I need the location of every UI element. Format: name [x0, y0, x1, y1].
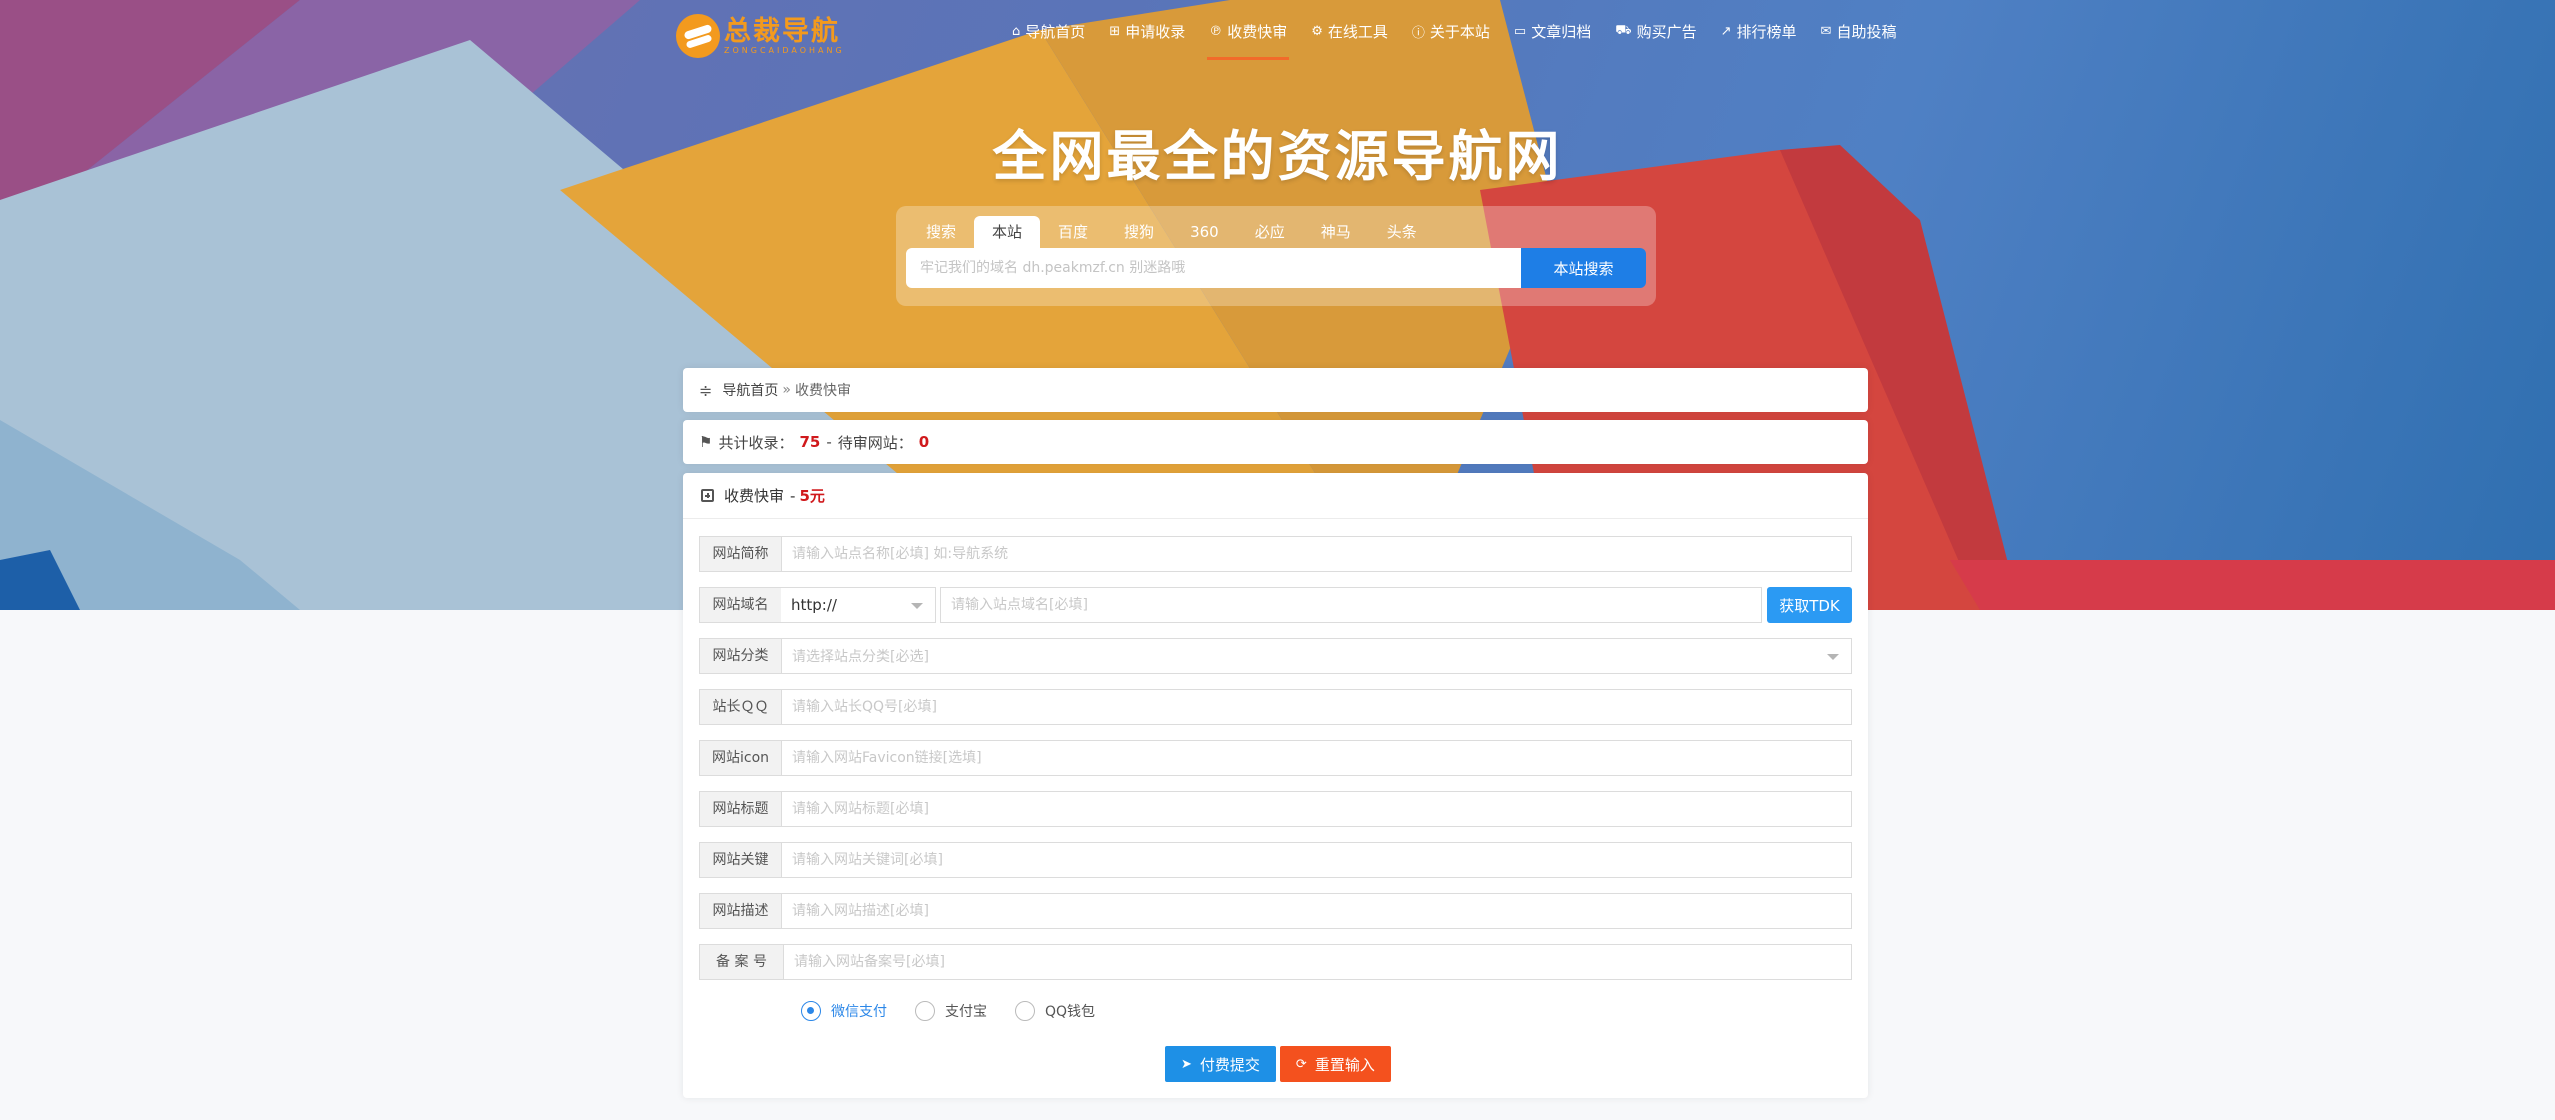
form-header: 收费快审 - 5元 — [683, 473, 1868, 519]
icp-input[interactable] — [783, 944, 1852, 980]
search-engine-tabs: 搜索 本站 百度 搜狗 360 必应 神马 头条 — [908, 216, 1435, 248]
paypal-icon: ℗ — [1209, 23, 1223, 39]
site-title-input[interactable] — [781, 791, 1852, 827]
field-row-icp: 备 案 号 — [699, 944, 1852, 980]
paid-review-form: 收费快审 - 5元 网站简称 网站域名 http:// 获取TDK 网站分类 请… — [683, 473, 1868, 1098]
form-actions: ➤ 付费提交 ⟳ 重置输入 — [1165, 1046, 1395, 1082]
main-nav: ⌂ 导航首页 ⊞ 申请收录 ℗ 收费快审 ⚙ 在线工具 ⓘ 关于本站 ▭ 文章归档 ⛟ 购买广… — [1000, 0, 1908, 62]
field-row-title: 网站标题 — [699, 791, 1852, 827]
form-price: 5元 — [799, 487, 825, 505]
field-row-qq: 站长ＱＱ — [699, 689, 1852, 725]
nav-item-submit[interactable]: ✉ 自助投稿 — [1809, 0, 1909, 62]
gears-icon: ⚙ — [1311, 23, 1323, 39]
category-select[interactable]: 请选择站点分类[必选] — [781, 638, 1852, 674]
field-label-keywords: 网站关键 — [699, 842, 781, 878]
payment-options: 微信支付 支付宝 QQ钱包 — [801, 1001, 1123, 1021]
reset-button[interactable]: ⟳ 重置输入 — [1279, 1046, 1391, 1082]
home-icon: ⌂ — [1012, 23, 1021, 39]
chevron-down-icon — [1827, 654, 1839, 660]
field-row-description: 网站描述 — [699, 893, 1852, 929]
payment-option-qqwallet[interactable]: QQ钱包 — [1015, 1001, 1095, 1021]
bookmark-icon: ⚑ — [699, 433, 713, 451]
site-logo[interactable]: 总裁导航 ZONGCAIDAOHANG — [676, 12, 845, 60]
field-label-category: 网站分类 — [699, 638, 781, 674]
favicon-input[interactable] — [781, 740, 1852, 776]
site-name-input[interactable] — [781, 536, 1852, 572]
stats-total-label: 共计收录： — [718, 433, 794, 452]
field-label-title: 网站标题 — [699, 791, 781, 827]
radio-unchecked-icon — [1015, 1001, 1035, 1021]
breadcrumb: ≑ 导航首页 » 收费快审 — [683, 368, 1868, 412]
nav-item-ads[interactable]: ⛟ 购买广告 — [1603, 0, 1708, 62]
logo-title: 总裁导航 — [724, 15, 840, 47]
site-domain-input[interactable] — [940, 587, 1762, 623]
search-tab-search[interactable]: 搜索 — [908, 216, 974, 248]
search-tab-site[interactable]: 本站 — [974, 216, 1041, 248]
breadcrumb-separator: » — [782, 382, 791, 398]
search-tab-toutiao[interactable]: 头条 — [1369, 216, 1435, 248]
get-tdk-button[interactable]: 获取TDK — [1767, 587, 1852, 623]
shopping-cart-icon: ⛟ — [1615, 22, 1632, 38]
protocol-value: http:// — [791, 596, 837, 614]
protocol-select[interactable]: http:// — [781, 587, 936, 623]
line-chart-icon: ↗ — [1720, 23, 1732, 39]
search-tab-sogou[interactable]: 搜狗 — [1106, 216, 1172, 248]
plus-square-icon: ⊞ — [1109, 23, 1121, 39]
field-label-domain: 网站域名 — [699, 587, 781, 623]
page-headline: 全网最全的资源导航网 — [992, 125, 1563, 188]
field-row-domain: 网站域名 http:// 获取TDK — [699, 587, 1852, 623]
field-row-name: 网站简称 — [699, 536, 1852, 572]
nav-item-archive[interactable]: ▭ 文章归档 — [1502, 0, 1603, 62]
nav-item-ranking[interactable]: ↗ 排行榜单 — [1709, 0, 1809, 62]
field-label-description: 网站描述 — [699, 893, 781, 929]
stats-bar: ⚑ 共计收录： 75 - 待审网站： 0 — [683, 420, 1868, 464]
search-button[interactable]: 本站搜索 — [1521, 248, 1646, 288]
nav-item-tools[interactable]: ⚙ 在线工具 — [1299, 0, 1400, 62]
plus-square-icon — [701, 489, 714, 502]
field-label-qq: 站长ＱＱ — [699, 689, 781, 725]
envelope-open-icon: ✉ — [1820, 23, 1832, 39]
field-row-category: 网站分类 请选择站点分类[必选] — [699, 638, 1852, 674]
chevron-down-icon — [911, 603, 923, 609]
search-tab-bing[interactable]: 必应 — [1237, 216, 1303, 248]
payment-option-alipay[interactable]: 支付宝 — [915, 1001, 987, 1021]
field-row-icon: 网站icon — [699, 740, 1852, 776]
paper-plane-icon: ➤ — [1181, 1056, 1192, 1072]
stats-pending-label: 待审网站： — [837, 433, 913, 452]
logo-subtitle: ZONGCAIDAOHANG — [724, 45, 845, 55]
keywords-input[interactable] — [781, 842, 1852, 878]
search-tab-shenma[interactable]: 神马 — [1303, 216, 1369, 248]
payment-option-wechat[interactable]: 微信支付 — [801, 1001, 887, 1021]
nav-item-home[interactable]: ⌂ 导航首页 — [1000, 0, 1097, 62]
category-placeholder: 请选择站点分类[必选] — [792, 649, 929, 665]
field-label-name: 网站简称 — [699, 536, 781, 572]
nav-item-about[interactable]: ⓘ 关于本站 — [1400, 0, 1502, 62]
breadcrumb-current: 收费快审 — [794, 383, 851, 399]
form-price-prefix: - — [790, 486, 796, 505]
field-row-keywords: 网站关键 — [699, 842, 1852, 878]
radio-unchecked-icon — [915, 1001, 935, 1021]
search-tab-360[interactable]: 360 — [1172, 216, 1237, 248]
search-panel: 搜索 本站 百度 搜狗 360 必应 神马 头条 本站搜索 — [896, 206, 1656, 306]
sliders-icon: ≑ — [699, 380, 713, 400]
nav-item-apply[interactable]: ⊞ 申请收录 — [1097, 0, 1197, 62]
field-label-icon: 网站icon — [699, 740, 781, 776]
description-input[interactable] — [781, 893, 1852, 929]
logo-mark-icon — [676, 14, 720, 58]
nav-item-paid-review[interactable]: ℗ 收费快审 — [1197, 0, 1299, 62]
radio-checked-icon — [801, 1001, 821, 1021]
stats-dash: - — [826, 433, 832, 451]
stats-pending-count: 0 — [918, 433, 930, 451]
qq-input[interactable] — [781, 689, 1852, 725]
refresh-icon: ⟳ — [1295, 1056, 1307, 1072]
info-circle-icon: ⓘ — [1411, 25, 1425, 41]
search-input[interactable] — [906, 248, 1522, 288]
pay-submit-button[interactable]: ➤ 付费提交 — [1165, 1046, 1276, 1082]
form-title: 收费快审 — [724, 487, 785, 505]
breadcrumb-home[interactable]: 导航首页 — [722, 380, 778, 400]
folder-open-icon: ▭ — [1513, 23, 1527, 39]
field-label-icp: 备 案 号 — [699, 944, 783, 980]
stats-total-count: 75 — [799, 433, 821, 451]
search-tab-baidu[interactable]: 百度 — [1040, 216, 1106, 248]
